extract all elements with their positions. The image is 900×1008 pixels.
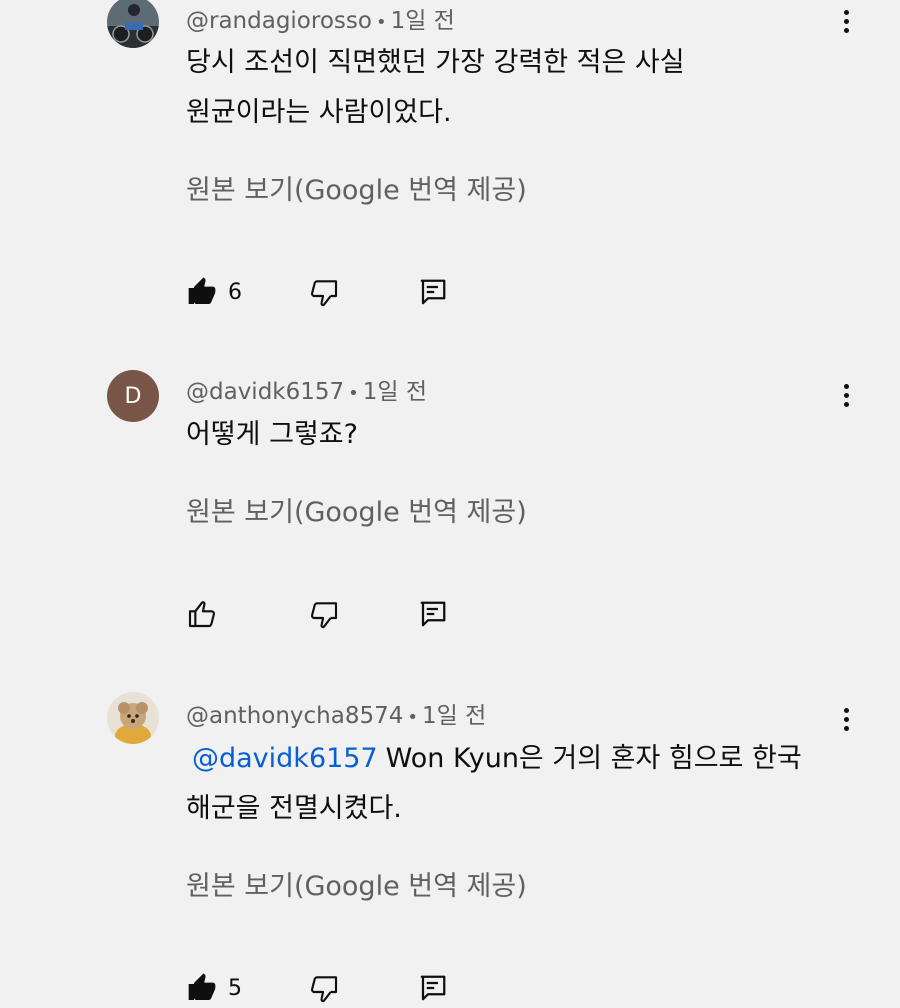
author-handle[interactable]: @davidk6157 xyxy=(186,379,344,405)
reply-icon xyxy=(418,972,448,1004)
comment-line: @davidk6157 Won Kyun은 거의 혼자 힘으로 한국 xyxy=(186,734,836,784)
mention-link[interactable]: @davidk6157 xyxy=(192,743,378,774)
avatar-randagiorosso[interactable] xyxy=(107,0,159,48)
thumb-down-icon xyxy=(308,598,340,630)
reply-button[interactable] xyxy=(418,968,448,1008)
like-button[interactable]: 5 xyxy=(186,968,242,1008)
author-handle[interactable]: @randagiorosso xyxy=(186,8,372,34)
comment-meta: @davidk6157 • 1일 전 xyxy=(186,372,427,406)
like-button[interactable] xyxy=(186,594,218,634)
dislike-button[interactable] xyxy=(308,272,340,312)
comment-line: 당시 조선이 직면했던 가장 강력한 적은 사실 xyxy=(186,47,685,78)
timestamp[interactable]: 1일 전 xyxy=(422,703,486,729)
comment-meta: @anthonycha8574 • 1일 전 xyxy=(186,696,486,730)
see-original-link[interactable]: 원본 보기(Google 번역 제공) xyxy=(186,864,527,903)
comment-line-text: Won Kyun은 거의 혼자 힘으로 한국 xyxy=(385,743,802,774)
comment-text: 어떻게 그렇죠? xyxy=(186,410,836,460)
reply-icon xyxy=(418,598,448,630)
comment-meta: @randagiorosso • 1일 전 xyxy=(186,1,455,35)
comment-line: 어떻게 그렇죠? xyxy=(186,419,358,450)
reply-button[interactable] xyxy=(418,594,448,634)
separator: • xyxy=(375,12,387,33)
comment-actions xyxy=(186,594,486,634)
timestamp[interactable]: 1일 전 xyxy=(391,8,455,34)
see-original-link[interactable]: 원본 보기(Google 번역 제공) xyxy=(186,168,527,207)
comment-actions: 5 xyxy=(186,968,486,1008)
more-vert-icon[interactable] xyxy=(836,702,858,738)
comment-line: 해군을 전멸시켰다. xyxy=(186,793,402,824)
timestamp[interactable]: 1일 전 xyxy=(363,379,427,405)
author-handle[interactable]: @anthonycha8574 xyxy=(186,703,403,729)
thumb-down-icon xyxy=(308,972,340,1004)
comment-text: 당시 조선이 직면했던 가장 강력한 적은 사실 원균이라는 사람이었다. xyxy=(186,38,836,138)
like-button[interactable]: 6 xyxy=(186,272,242,312)
like-count: 5 xyxy=(228,975,242,1001)
more-vert-icon[interactable] xyxy=(836,378,858,414)
thumb-up-icon xyxy=(186,276,218,308)
avatar-anthonycha8574[interactable] xyxy=(107,692,159,744)
thumb-up-icon xyxy=(186,598,218,630)
dislike-button[interactable] xyxy=(308,594,340,634)
avatar-davidk6157[interactable]: D xyxy=(107,370,159,422)
comment-actions: 6 xyxy=(186,272,486,312)
reply-icon xyxy=(418,276,448,308)
comment-text: @davidk6157 Won Kyun은 거의 혼자 힘으로 한국 해군을 전멸… xyxy=(186,734,836,834)
dislike-button[interactable] xyxy=(308,968,340,1008)
separator: • xyxy=(407,707,419,728)
thumb-up-icon xyxy=(186,972,218,1004)
comment-line: 원균이라는 사람이었다. xyxy=(186,97,452,128)
separator: • xyxy=(348,383,359,404)
thumb-down-icon xyxy=(308,276,340,308)
more-vert-icon[interactable] xyxy=(836,4,858,40)
reply-button[interactable] xyxy=(418,272,448,312)
see-original-link[interactable]: 원본 보기(Google 번역 제공) xyxy=(186,490,527,529)
like-count: 6 xyxy=(228,279,242,305)
